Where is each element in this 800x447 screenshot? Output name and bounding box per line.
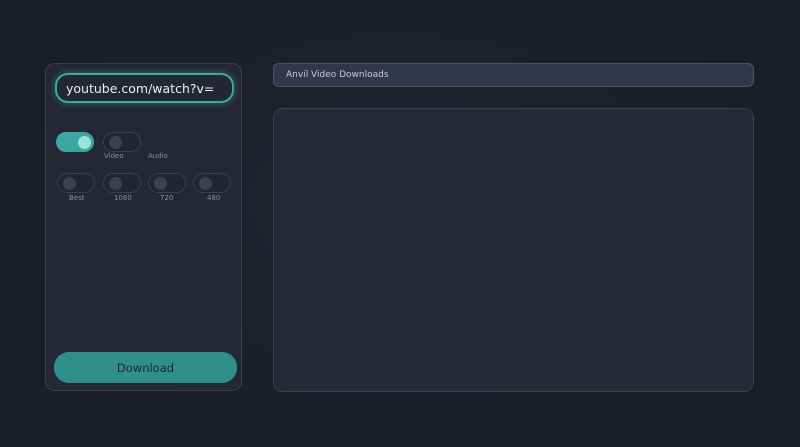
app-window: Video Audio Best 1080 720 480 Download A…: [0, 0, 800, 447]
toggle-knob: [78, 136, 91, 149]
quality-label-720: 720: [160, 194, 174, 202]
toggle-knob: [154, 177, 167, 190]
video-toggle-label: Video: [104, 152, 124, 160]
quality-toggle-720[interactable]: [148, 173, 186, 193]
quality-toggle-best[interactable]: [57, 173, 95, 193]
toggle-knob: [63, 177, 76, 190]
mode-toggle-switch[interactable]: [56, 132, 94, 152]
toggle-knob: [199, 177, 212, 190]
quality-toggle-1080[interactable]: [103, 173, 141, 193]
url-input[interactable]: [55, 73, 234, 103]
toggle-knob: [109, 177, 122, 190]
quality-label-480: 480: [207, 194, 221, 202]
title-bar: Anvil Video Downloads: [273, 63, 754, 87]
downloads-output-panel: [273, 108, 754, 392]
page-title: Anvil Video Downloads: [286, 70, 389, 80]
quality-label-1080: 1080: [114, 194, 132, 202]
toggle-knob: [109, 136, 122, 149]
download-button[interactable]: Download: [54, 352, 237, 383]
audio-toggle-label: Audio: [148, 152, 168, 160]
options-panel: Video Audio Best 1080 720 480 Download: [45, 63, 242, 391]
quality-label-best: Best: [69, 194, 85, 202]
quality-toggle-480[interactable]: [193, 173, 231, 193]
video-toggle-switch[interactable]: [103, 132, 141, 152]
